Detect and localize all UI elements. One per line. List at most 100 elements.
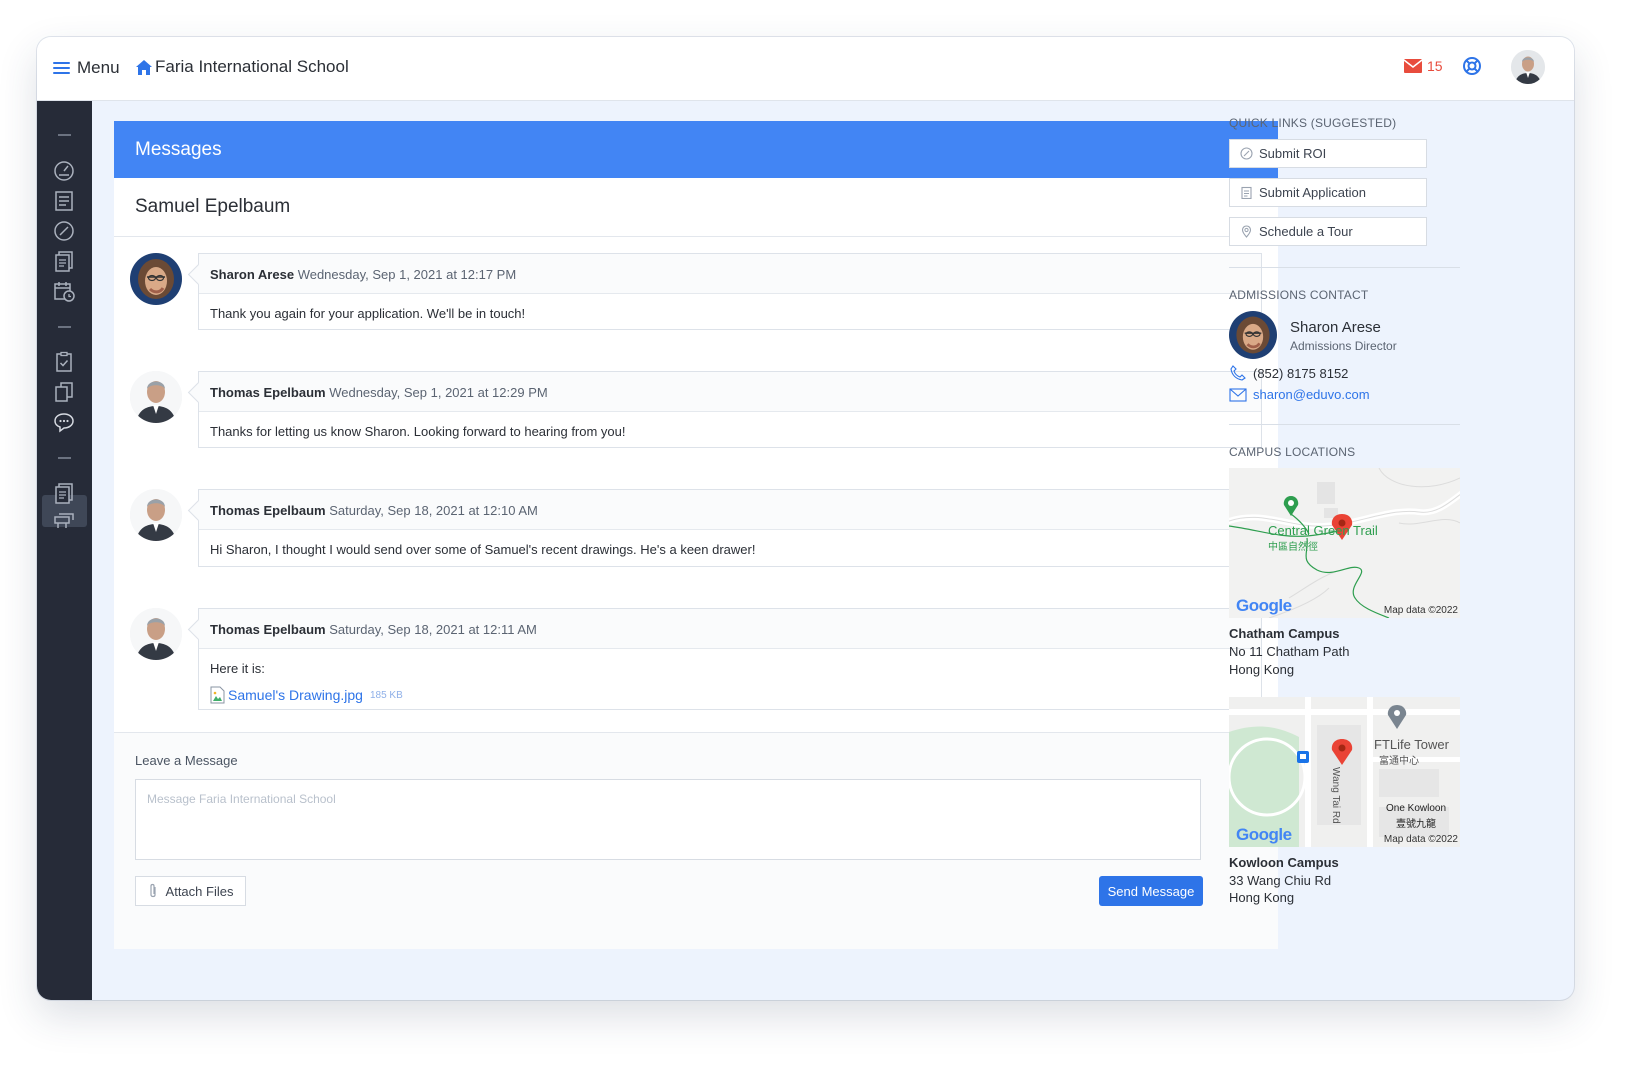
events-icon[interactable] — [52, 509, 76, 533]
location-icon — [1241, 225, 1252, 238]
contact-role: Admissions Director — [1290, 339, 1397, 353]
admissions-title: ADMISSIONS CONTACT — [1229, 288, 1369, 302]
quick-link-submit-application[interactable]: Submit Application — [1229, 178, 1427, 207]
attach-files-button[interactable]: Attach Files — [135, 876, 246, 906]
message-author: Thomas Epelbaum — [210, 385, 326, 400]
google-logo: Google — [1236, 825, 1292, 844]
messages-icon[interactable] — [52, 411, 76, 435]
top-bar: Menu Faria International School 15 — [37, 37, 1574, 101]
message-bubble: Thomas Epelbaum Saturday, Sep 18, 2021 a… — [198, 489, 1262, 567]
map-label-cn: 中區自然徑 — [1268, 542, 1318, 553]
campus-address-line: Hong Kong — [1229, 890, 1295, 905]
documents-icon[interactable] — [52, 249, 76, 273]
map-label-2: One Kowloon — [1386, 803, 1447, 814]
sidebar-divider — [58, 134, 71, 136]
contact-avatar — [1229, 311, 1277, 359]
dashboard-icon[interactable] — [52, 159, 76, 183]
sender-avatar — [130, 371, 182, 423]
forms-icon[interactable] — [52, 189, 76, 213]
quick-link-label: Submit ROI — [1259, 146, 1327, 161]
sender-avatar — [130, 489, 182, 541]
campus-address-line: Hong Kong — [1229, 662, 1295, 677]
calendar-icon[interactable] — [52, 279, 76, 303]
attachment-size: 185 KB — [369, 689, 403, 701]
map-kowloon[interactable]: FTLife Tower 富通中心 Wang Tai Rd One Kowloo… — [1229, 697, 1460, 847]
image-file-icon — [210, 686, 225, 704]
map-label: Central Green Trail — [1268, 523, 1378, 538]
campus-title: CAMPUS LOCATIONS — [1229, 445, 1356, 459]
send-message-button[interactable]: Send Message — [1099, 876, 1203, 906]
home-icon — [136, 59, 152, 75]
map-chatham[interactable]: Central Green Trail 中區自然徑 Google Map dat… — [1229, 468, 1460, 618]
contact-name: Sharon Arese — [1290, 319, 1381, 336]
campus-name: Kowloon Campus — [1229, 855, 1339, 870]
reports-icon[interactable] — [52, 481, 76, 505]
message-author: Sharon Arese — [210, 267, 295, 282]
checklist-icon[interactable] — [52, 350, 76, 374]
map-label: FTLife Tower — [1374, 737, 1449, 752]
message-meta: Thomas Epelbaum Wednesday, Sep 1, 2021 a… — [199, 372, 1261, 412]
map-label-2-cn: 壹號九龍 — [1396, 819, 1436, 830]
paperclip-icon — [149, 883, 156, 898]
mail-button[interactable]: 15 — [1404, 58, 1443, 74]
user-avatar[interactable] — [1511, 50, 1545, 84]
menu-label: Menu — [77, 58, 120, 77]
message-input[interactable]: Message Faria International School — [135, 779, 1201, 860]
contact-email[interactable]: sharon@eduvo.com — [1229, 387, 1370, 402]
lifebuoy-icon — [1463, 57, 1481, 75]
mail-outline-icon — [1229, 387, 1247, 402]
messages-header: Messages — [114, 121, 1278, 178]
school-name: Faria International School — [155, 57, 349, 76]
message-meta: Thomas Epelbaum Saturday, Sep 18, 2021 a… — [199, 490, 1261, 530]
map-label-cn: 富通中心 — [1379, 756, 1419, 767]
quick-link-submit-roi[interactable]: Submit ROI — [1229, 139, 1427, 168]
quick-link-label: Submit Application — [1259, 185, 1366, 200]
compose-label: Leave a Message — [135, 753, 238, 768]
campus-name: Chatham Campus — [1229, 626, 1340, 641]
message-text: Thanks for letting us know Sharon. Looki… — [210, 424, 626, 439]
sidebar-divider — [58, 457, 71, 459]
school-link[interactable]: Faria International School — [135, 57, 349, 77]
map-attribution: Map data ©2022 — [1383, 834, 1458, 845]
message-bubble: Sharon Arese Wednesday, Sep 1, 2021 at 1… — [198, 253, 1262, 330]
message-bubble: Thomas Epelbaum Saturday, Sep 18, 2021 a… — [198, 608, 1262, 710]
message-date: Wednesday, Sep 1, 2021 at 12:29 PM — [329, 385, 548, 400]
message-text: Here it is: — [210, 661, 265, 676]
messages-card: Messages Samuel Epelbaum Sharon Arese We… — [114, 121, 1278, 949]
contact-phone[interactable]: (852) 8175 8152 — [1229, 365, 1348, 381]
message-text: Thank you again for your application. We… — [210, 306, 526, 321]
quick-links-title: QUICK LINKS (SUGGESTED) — [1229, 116, 1397, 130]
attachment-link[interactable]: Samuel's Drawing.jpg — [228, 687, 363, 703]
files-icon[interactable] — [52, 380, 76, 404]
sidebar-divider — [58, 326, 71, 328]
sidebar — [37, 101, 92, 1000]
campus-address-line: No 11 Chatham Path — [1229, 644, 1350, 659]
app-window: Menu Faria International School 15 Messa… — [37, 37, 1574, 1000]
mail-count: 15 — [1427, 58, 1443, 74]
compose-area: Leave a Message Message Faria Internatio… — [114, 732, 1278, 949]
map-attribution: Map data ©2022 — [1383, 605, 1458, 616]
help-button[interactable] — [1462, 56, 1482, 81]
campus-address-line: 33 Wang Chiu Rd — [1229, 873, 1332, 888]
phone-icon — [1230, 365, 1246, 381]
menu-button[interactable]: Menu — [53, 57, 120, 79]
explore-icon[interactable] — [52, 219, 76, 243]
message-bubble: Thomas Epelbaum Wednesday, Sep 1, 2021 a… — [198, 371, 1262, 448]
sender-avatar — [130, 253, 182, 305]
map-street-label: Wang Tai Rd — [1330, 767, 1341, 824]
message-meta: Sharon Arese Wednesday, Sep 1, 2021 at 1… — [199, 254, 1261, 294]
attachment: Samuel's Drawing.jpg 185 KB — [210, 686, 1250, 704]
thread-title: Samuel Epelbaum — [114, 178, 1278, 237]
message-author: Thomas Epelbaum — [210, 503, 326, 518]
message-date: Saturday, Sep 18, 2021 at 12:10 AM — [329, 503, 538, 518]
google-logo: Google — [1236, 596, 1292, 615]
section-divider — [1229, 424, 1460, 425]
message-meta: Thomas Epelbaum Saturday, Sep 18, 2021 a… — [199, 609, 1261, 649]
contact-email-text: sharon@eduvo.com — [1253, 387, 1370, 402]
quick-link-schedule-tour[interactable]: Schedule a Tour — [1229, 217, 1427, 246]
message-text: Hi Sharon, I thought I would send over s… — [210, 542, 756, 557]
compass-icon — [1240, 147, 1253, 160]
message-author: Thomas Epelbaum — [210, 622, 326, 637]
sender-avatar — [130, 608, 182, 660]
quick-link-label: Schedule a Tour — [1259, 224, 1353, 239]
